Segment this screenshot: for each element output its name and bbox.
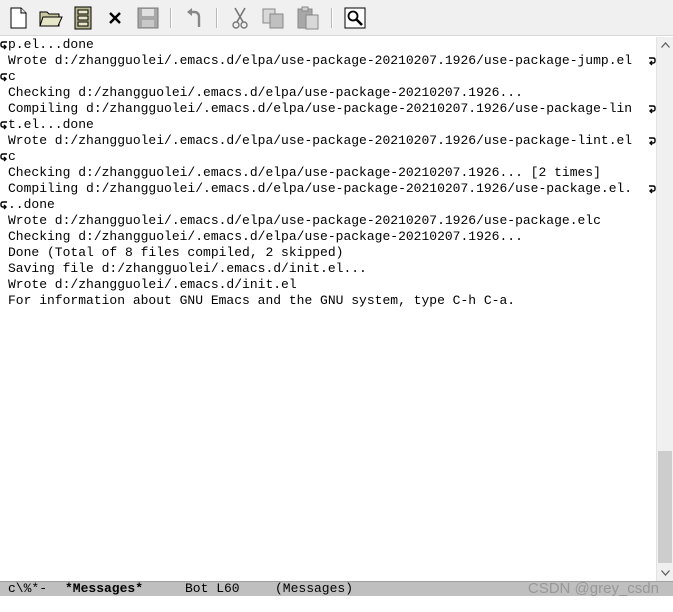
continuation-right-icon [648,56,656,66]
buffer-line-text: t.el...done [8,117,94,132]
copy-icon[interactable] [261,6,285,30]
buffer-line-text: Compiling d:/zhangguolei/.emacs.d/elpa/u… [8,181,633,196]
modeline-major-mode[interactable]: (Messages) [275,582,353,596]
buffer-line-text: Wrote d:/zhangguolei/.emacs.d/elpa/use-p… [8,133,633,148]
buffer-line-text: Wrote d:/zhangguolei/.emacs.d/elpa/use-p… [8,213,601,228]
open-folder-icon[interactable] [39,6,63,30]
search-icon[interactable] [343,6,367,30]
continuation-left-icon [0,120,8,130]
buffer-line-text: Checking d:/zhangguolei/.emacs.d/elpa/us… [8,229,523,244]
vertical-scrollbar[interactable] [656,37,673,581]
new-file-icon[interactable] [6,6,30,30]
continuation-right-icon [648,184,656,194]
buffer-line-text: Checking d:/zhangguolei/.emacs.d/elpa/us… [8,85,523,100]
continuation-left-icon [0,200,8,210]
modeline-position: Bot L60 [185,581,240,596]
buffer-line-text: p.el...done [8,37,94,52]
minibuffer[interactable] [0,596,673,612]
continuation-right-icon [648,136,656,146]
watermark: CSDN @grey_csdn [527,580,659,597]
buffer-line-text: ..done [8,197,55,212]
modeline-status: c\%*- [8,581,48,596]
scroll-up-arrow[interactable] [657,37,673,53]
buffer-line-text: Wrote d:/zhangguolei/.emacs.d/init.el [8,277,297,292]
buffer-line-text: Done (Total of 8 files compiled, 2 skipp… [8,245,344,260]
undo-icon[interactable] [183,6,207,30]
continuation-left-icon [0,152,8,162]
continuation-left-icon [0,40,8,50]
close-buffer-icon[interactable] [103,6,127,30]
continuation-left-icon [0,72,8,82]
buffer-line-text: Compiling d:/zhangguolei/.emacs.d/elpa/u… [8,101,633,116]
toolbar [0,0,673,36]
buffer-line-text: Checking d:/zhangguolei/.emacs.d/elpa/us… [8,165,601,180]
scrollbar-thumb[interactable] [658,451,672,563]
modeline-buffer-name[interactable]: *Messages* [65,582,143,596]
toolbar-separator [170,8,172,28]
continuation-right-icon [648,104,656,114]
paste-icon[interactable] [296,6,320,30]
buffer-line-text: For information about GNU Emacs and the … [8,293,516,308]
messages-buffer[interactable]: p.el...done Wrote d:/zhangguolei/.emacs.d… [0,37,656,581]
cut-icon[interactable] [228,6,252,30]
buffer-line-text: Saving file d:/zhangguolei/.emacs.d/init… [8,261,367,276]
buffer-line-text: Wrote d:/zhangguolei/.emacs.d/elpa/use-p… [8,53,633,68]
buffer-line-text: c [8,149,16,164]
buffer-line-text: c [8,69,16,84]
emacs-window: p.el...done Wrote d:/zhangguolei/.emacs.d… [0,0,673,612]
scroll-down-arrow[interactable] [657,565,673,581]
save-icon[interactable] [136,6,160,30]
toolbar-separator [331,8,333,28]
dired-icon[interactable] [71,6,95,30]
toolbar-separator [216,8,218,28]
